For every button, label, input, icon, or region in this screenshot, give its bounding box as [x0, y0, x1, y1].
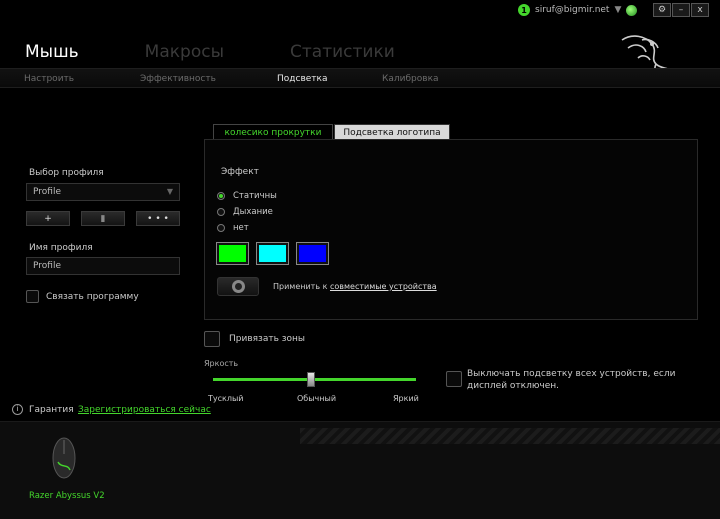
sub-nav: Настроить Эффективность Подсветка Калибр…: [0, 68, 720, 88]
close-button[interactable]: x: [691, 3, 709, 17]
color-fill: [299, 245, 326, 262]
profile-name-label: Имя профиля: [29, 243, 93, 253]
effect-none-label[interactable]: нет: [233, 223, 249, 233]
user-account[interactable]: 1 siruf@bigmir.net ▼: [518, 4, 638, 16]
subtab-performance[interactable]: Эффективность: [140, 74, 216, 84]
add-profile-button[interactable]: +: [26, 211, 70, 226]
user-email[interactable]: siruf@bigmir.net: [535, 5, 609, 15]
tab-mouse[interactable]: Мышь: [25, 42, 79, 62]
register-link[interactable]: Зарегистрироваться сейчас: [78, 405, 211, 415]
color-fill: [219, 245, 246, 262]
effect-static-label[interactable]: Статичны: [233, 191, 277, 201]
device-bar: [0, 421, 720, 519]
turn-off-lighting-checkbox[interactable]: [446, 371, 462, 387]
tab-macros[interactable]: Макросы: [145, 42, 224, 62]
effect-none-radio[interactable]: [217, 224, 225, 232]
profile-name-input[interactable]: Profile: [26, 257, 180, 275]
effect-label: Эффект: [221, 167, 259, 177]
subtab-lighting[interactable]: Подсветка: [277, 74, 327, 84]
bind-zones-checkbox[interactable]: [204, 331, 220, 347]
profile-dropdown[interactable]: Profile ▼: [26, 183, 180, 201]
effect-breathing-label[interactable]: Дыхание: [233, 207, 273, 217]
brightness-slider-thumb[interactable]: [307, 372, 315, 387]
globe-icon[interactable]: [626, 4, 638, 16]
decorative-stripe: [300, 428, 720, 444]
color-swatch-green[interactable]: [216, 242, 249, 265]
subtab-calibration[interactable]: Калибровка: [382, 74, 439, 84]
warranty-label: Гарантия: [29, 405, 74, 415]
notification-badge[interactable]: 1: [518, 4, 530, 16]
bind-zones-label: Привязать зоны: [229, 334, 306, 344]
apply-text: Применить к совместимые устройства: [273, 282, 437, 291]
apply-icon: [231, 280, 245, 293]
tab-logo-lighting[interactable]: Подсветка логотипа: [334, 124, 450, 140]
subtab-customize[interactable]: Настроить: [24, 74, 74, 84]
brightness-dim-label: Тусклый: [208, 394, 244, 403]
main-nav: Мышь Макросы Статистики: [25, 42, 461, 62]
info-icon: i: [12, 404, 23, 415]
settings-button[interactable]: ⚙: [653, 3, 671, 17]
brightness-label: Яркость: [204, 359, 239, 368]
window-controls: ⚙ – x: [652, 3, 709, 17]
chevron-down-icon[interactable]: ▼: [614, 5, 621, 15]
compatible-devices-link[interactable]: совместимые устройства: [330, 282, 437, 291]
chevron-down-icon: ▼: [166, 187, 173, 196]
link-program-checkbox[interactable]: [26, 290, 39, 303]
more-options-button[interactable]: • • •: [136, 211, 180, 226]
tab-stats[interactable]: Статистики: [290, 42, 395, 62]
link-program-label: Связать программу: [46, 292, 139, 302]
title-bar: 1 siruf@bigmir.net ▼ ⚙ – x: [0, 0, 720, 20]
delete-profile-button[interactable]: ▮: [81, 211, 125, 226]
device-name[interactable]: Razer Abyssus V2: [29, 491, 105, 501]
effect-panel: [204, 139, 698, 320]
color-swatch-cyan[interactable]: [256, 242, 289, 265]
apply-prefix: Применить к: [273, 282, 328, 291]
effect-breathing-radio[interactable]: [217, 208, 225, 216]
profile-select-label: Выбор профиля: [29, 168, 104, 178]
brightness-normal-label: Обычный: [297, 394, 337, 403]
minimize-button[interactable]: –: [672, 3, 690, 17]
brightness-bright-label: Яркий: [393, 394, 419, 403]
apply-effect-button[interactable]: [217, 277, 259, 296]
effect-static-radio[interactable]: [217, 192, 225, 200]
tab-scroll-wheel[interactable]: колесико прокрутки: [213, 124, 333, 140]
turn-off-lighting-label: Выключать подсветку всех устройств, если…: [467, 369, 676, 391]
color-fill: [259, 245, 286, 262]
profile-dropdown-value: Profile: [33, 187, 61, 197]
color-swatch-blue[interactable]: [296, 242, 329, 265]
